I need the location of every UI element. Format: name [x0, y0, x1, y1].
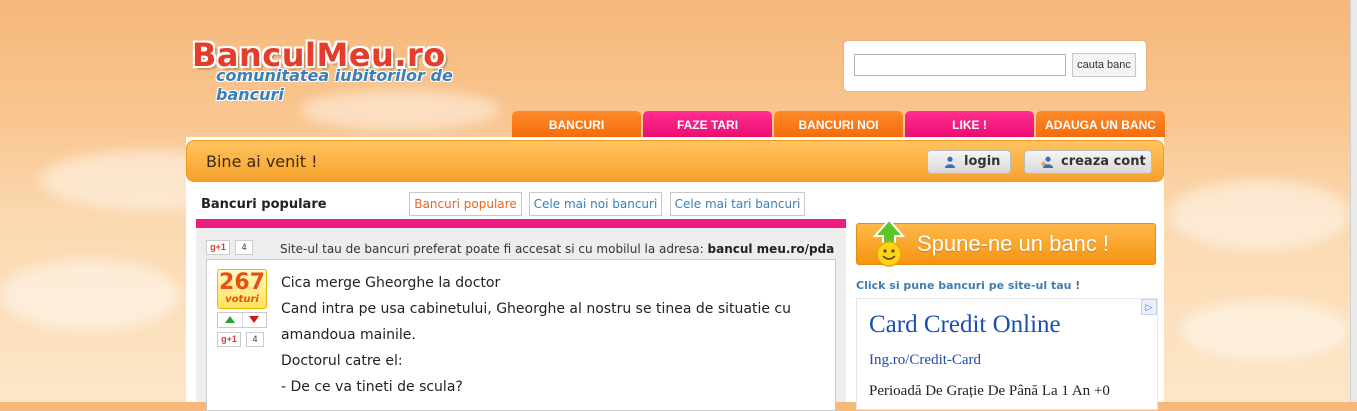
- section-title: Bancuri populare: [201, 197, 327, 212]
- ad-title[interactable]: Card Credit Online: [869, 311, 1061, 339]
- cloud-decoration: [1170, 180, 1350, 250]
- cloud-decoration: [1180, 300, 1350, 360]
- add-user-icon: [1041, 156, 1053, 168]
- page-scrollbar[interactable]: [1350, 0, 1357, 402]
- search-button[interactable]: cauta banc: [1072, 53, 1136, 77]
- mobile-note: Site-ul tau de bancuri preferat poate fi…: [280, 242, 834, 256]
- site-logo[interactable]: BanculMeu.ro comunitatea iubitorilor de …: [192, 36, 492, 104]
- tab-cele-mai-noi[interactable]: Cele mai noi bancuri: [529, 192, 662, 216]
- jokes-list: g+1 4 Site-ul tau de bancuri preferat po…: [196, 228, 846, 411]
- gplus-button[interactable]: g+1: [206, 240, 230, 255]
- nav-tab-faze-tari[interactable]: FAZE TARI: [643, 111, 772, 137]
- ad-url[interactable]: Ing.ro/Credit-Card: [869, 352, 981, 369]
- submit-joke-label: Spune-ne un banc !: [917, 231, 1110, 256]
- nav-tab-bancuri-noi[interactable]: BANCURI NOI: [774, 111, 903, 137]
- welcome-text: Bine ai venit !: [206, 152, 318, 171]
- vote-badge: 267 voturi: [217, 269, 267, 309]
- vote-up-icon[interactable]: [225, 316, 235, 323]
- search-input[interactable]: [854, 54, 1066, 76]
- welcome-bar: Bine ai venit ! login creaza cont: [186, 140, 1164, 182]
- user-icon: [945, 156, 955, 168]
- login-button[interactable]: login: [927, 150, 1011, 174]
- nav-tab-adauga-banc[interactable]: ADAUGA UN BANC: [1036, 111, 1165, 137]
- section-divider: [196, 219, 846, 228]
- embed-jokes-link[interactable]: Click si pune bancuri pe site-ul tau !: [856, 279, 1080, 292]
- joke-gplus-count: 4: [246, 332, 264, 347]
- smiley-upload-icon: [872, 218, 906, 267]
- tab-bancuri-populare[interactable]: Bancuri populare: [409, 192, 522, 216]
- mobile-url-link[interactable]: bancul meu.ro/pda: [708, 242, 835, 256]
- ad-box[interactable]: ▷ Card Credit Online Ing.ro/Credit-Card …: [856, 298, 1158, 410]
- vote-controls: [217, 312, 267, 328]
- joke-gplus-button[interactable]: g+1: [217, 332, 241, 347]
- nav-tab-like[interactable]: LIKE !: [905, 111, 1034, 137]
- vote-label: voturi: [225, 294, 259, 305]
- vote-count: 267: [219, 270, 265, 295]
- ad-choices-icon[interactable]: ▷: [1141, 299, 1157, 315]
- logo-tagline: comunitatea iubitorilor de bancuri: [216, 66, 453, 104]
- main-content: Bine ai venit ! login creaza cont Bancur…: [186, 137, 1164, 411]
- joke-text: Cica merge Gheorghe la doctor Cand intra…: [281, 270, 821, 400]
- register-label: creaza cont: [1061, 154, 1146, 169]
- joke-line: amandoua mainile.: [281, 327, 416, 343]
- gplus-count: 4: [235, 240, 253, 255]
- login-label: login: [964, 154, 1001, 169]
- joke-card: 267 voturi g+1 4 Cica merge Gheorghe la …: [206, 259, 836, 411]
- joke-line: - De ce va tineti de scula?: [281, 379, 463, 395]
- nav-tab-bancuri[interactable]: BANCURI: [512, 111, 641, 137]
- vote-separator: [242, 313, 243, 327]
- joke-line: Cand intra pe usa cabinetului, Gheorghe …: [281, 301, 791, 317]
- vote-down-icon[interactable]: [249, 316, 259, 323]
- ad-description: Perioadă De Grație De Până La 1 An +0: [869, 383, 1110, 399]
- search-box: cauta banc: [844, 41, 1146, 91]
- submit-joke-button[interactable]: Spune-ne un banc !: [856, 218, 1156, 267]
- cloud-decoration: [0, 260, 180, 330]
- joke-line: Cica merge Gheorghe la doctor: [281, 275, 501, 291]
- register-button[interactable]: creaza cont: [1024, 150, 1152, 174]
- mobile-note-text: Site-ul tau de bancuri preferat poate fi…: [280, 242, 704, 256]
- joke-line: Doctorul catre el:: [281, 353, 403, 369]
- tab-cele-mai-tari[interactable]: Cele mai tari bancuri: [670, 192, 805, 216]
